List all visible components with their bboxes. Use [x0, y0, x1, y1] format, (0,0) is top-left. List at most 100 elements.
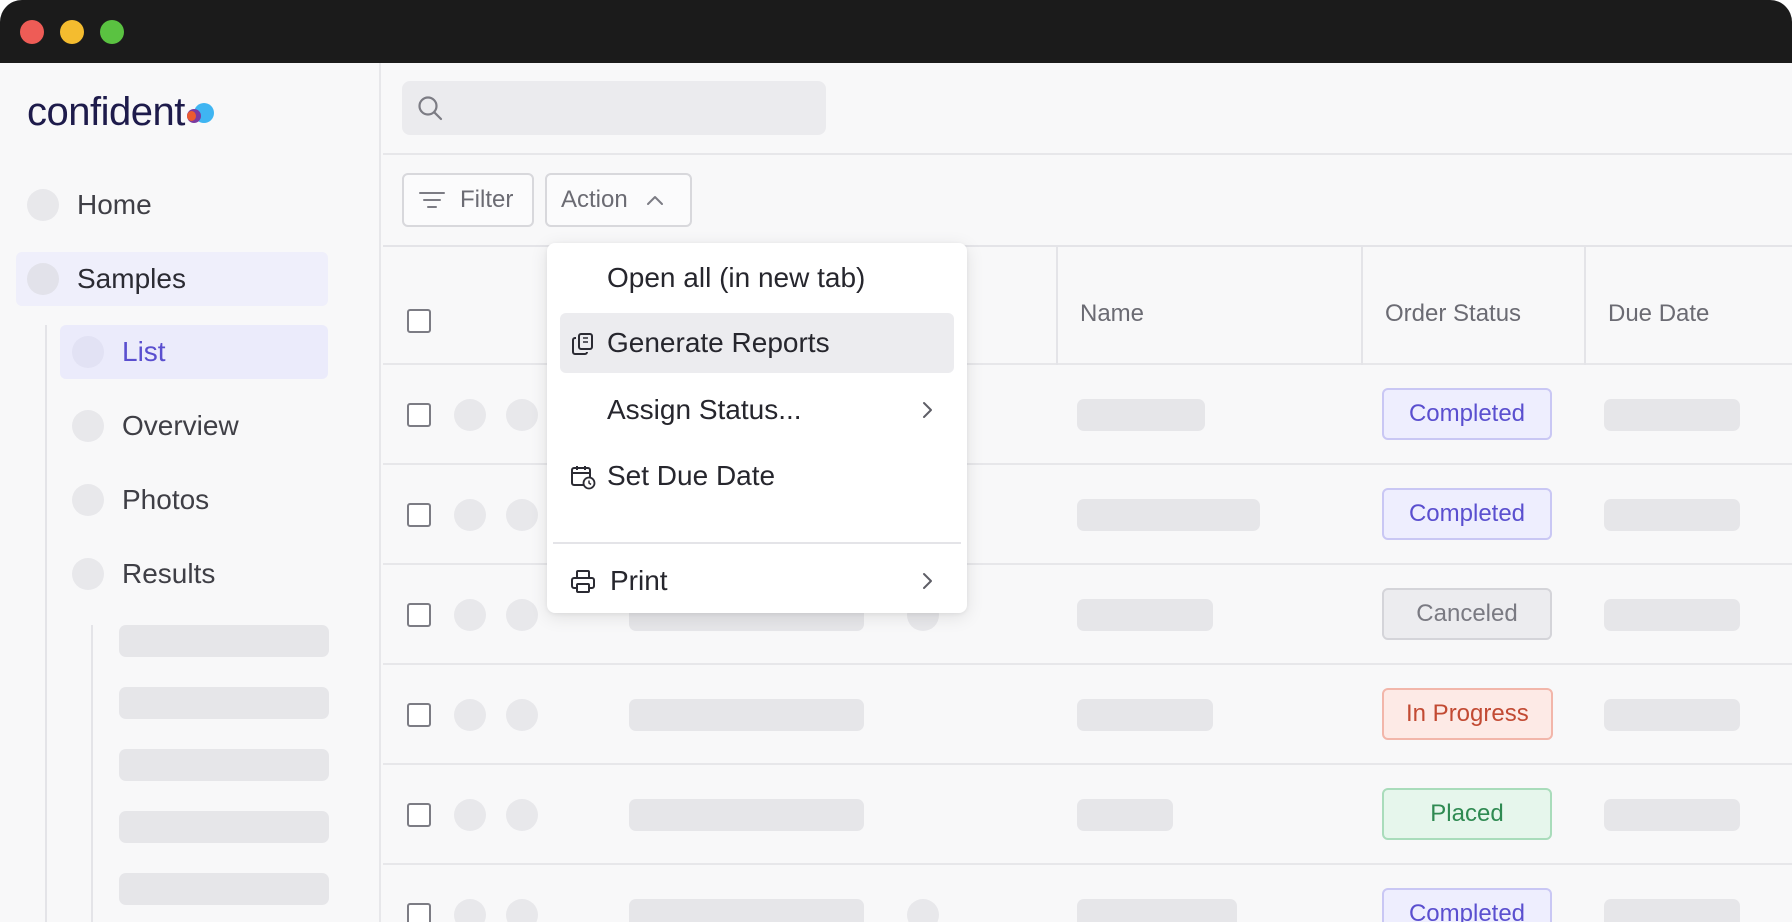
sample-placeholder	[629, 899, 864, 922]
sidebar-item-photos[interactable]: Photos	[72, 473, 209, 527]
printer-icon	[571, 570, 595, 593]
chevron-right-icon	[923, 402, 932, 418]
row-checkbox[interactable]	[407, 703, 431, 727]
status-badge-label: In Progress	[1406, 700, 1529, 727]
close-window-button[interactable]	[20, 20, 44, 44]
avatar	[454, 499, 486, 531]
sidebar-subitem-placeholder[interactable]	[119, 749, 329, 781]
chevron-right-icon	[923, 573, 932, 589]
avatar	[506, 799, 538, 831]
status-badge-label: Placed	[1430, 800, 1504, 827]
status-badge[interactable]: Completed	[1382, 488, 1552, 540]
menu-item-label: Set Due Date	[607, 460, 776, 491]
table-row[interactable]: In Progress	[383, 665, 1792, 765]
status-badge[interactable]: Placed	[1382, 788, 1552, 840]
sidebar-item-label: List	[122, 336, 166, 367]
home-icon	[27, 189, 59, 221]
due-date-placeholder	[1604, 799, 1740, 831]
row-checkbox[interactable]	[407, 903, 431, 922]
name-placeholder	[1077, 499, 1260, 531]
action-button[interactable]: Action	[545, 173, 692, 227]
name-placeholder	[1077, 799, 1173, 831]
status-badge-label: Canceled	[1416, 600, 1518, 627]
search-icon	[418, 96, 443, 121]
avatar	[454, 699, 486, 731]
column-header-label: Due Date	[1608, 300, 1710, 327]
action-button-label: Action	[561, 186, 628, 213]
due-date-placeholder	[1604, 499, 1740, 531]
sidebar-item-home[interactable]: Home	[27, 178, 152, 232]
select-all-checkbox[interactable]	[407, 309, 431, 333]
menu-item-print[interactable]: Print	[560, 551, 954, 611]
results-icon	[72, 558, 104, 590]
search-input[interactable]	[402, 81, 826, 135]
status-badge[interactable]: Completed	[1382, 388, 1552, 440]
filter-button-label: Filter	[460, 186, 514, 213]
list-icon	[72, 336, 104, 368]
avatar	[454, 899, 486, 922]
filter-button[interactable]: Filter	[402, 173, 534, 227]
table-row[interactable]: Completed	[383, 865, 1792, 922]
avatar	[506, 499, 538, 531]
row-checkbox[interactable]	[407, 803, 431, 827]
column-header-label: Order Status	[1385, 300, 1522, 327]
chevron-up-icon	[646, 196, 663, 205]
column-header-label: Name	[1080, 300, 1145, 327]
app-window: confident Home Samples List Overview Pho…	[0, 0, 1792, 922]
row-checkbox[interactable]	[407, 603, 431, 627]
samples-icon	[27, 263, 59, 295]
sidebar: confident Home Samples List Overview Pho…	[0, 63, 381, 922]
toolbar: Filter Action	[383, 155, 1792, 247]
table-row[interactable]: Placed	[383, 765, 1792, 865]
sidebar-subitem-placeholder[interactable]	[119, 873, 329, 905]
sidebar-item-label: Samples	[77, 263, 186, 294]
action-menu: Open all (in new tab) Generate Reports A…	[547, 243, 967, 613]
brand-logo[interactable]: confident	[27, 89, 216, 135]
column-header-order-status[interactable]: Order Status	[1361, 247, 1584, 365]
sidebar-subitem-placeholder[interactable]	[119, 811, 329, 843]
avatar	[454, 799, 486, 831]
photos-icon	[72, 484, 104, 516]
sidebar-item-samples[interactable]: Samples	[16, 252, 328, 306]
column-header-due-date[interactable]: Due Date	[1584, 247, 1792, 365]
sidebar-item-overview[interactable]: Overview	[72, 399, 239, 453]
column-header-name[interactable]: Name	[1056, 247, 1361, 365]
status-badge[interactable]: Canceled	[1382, 588, 1552, 640]
calendar-clock-icon	[571, 466, 596, 490]
name-placeholder	[1077, 899, 1237, 922]
sidebar-subitem-placeholder[interactable]	[119, 625, 329, 657]
overview-icon	[72, 410, 104, 442]
avatar	[506, 899, 538, 922]
menu-item-generate-reports[interactable]: Generate Reports	[560, 313, 954, 373]
search-bar-row	[383, 63, 1792, 155]
status-badge-label: Completed	[1408, 900, 1526, 922]
sidebar-subitem-placeholder[interactable]	[119, 687, 329, 719]
menu-item-label: Generate Reports	[607, 327, 830, 358]
status-badge[interactable]: Completed	[1382, 888, 1552, 922]
menu-item-assign-status[interactable]: Assign Status...	[560, 380, 954, 440]
sample-placeholder	[629, 699, 864, 731]
name-placeholder	[1077, 399, 1205, 431]
tree-guide-line	[91, 625, 93, 922]
minimize-window-button[interactable]	[60, 20, 84, 44]
avatar	[506, 699, 538, 731]
row-checkbox[interactable]	[407, 403, 431, 427]
row-checkbox[interactable]	[407, 503, 431, 527]
filter-icon	[419, 192, 445, 208]
status-badge[interactable]: In Progress	[1382, 688, 1553, 740]
menu-item-set-due-date[interactable]: Set Due Date	[560, 446, 954, 506]
menu-item-label: Assign Status...	[607, 394, 802, 425]
zoom-window-button[interactable]	[100, 20, 124, 44]
menu-item-open-all[interactable]: Open all (in new tab)	[560, 248, 954, 308]
copy-icon	[572, 333, 593, 355]
sidebar-item-label: Home	[77, 189, 152, 220]
avatar	[506, 599, 538, 631]
avatar	[907, 899, 939, 922]
menu-item-label: Open all (in new tab)	[607, 262, 866, 293]
avatar	[506, 399, 538, 431]
sidebar-item-results[interactable]: Results	[72, 547, 215, 601]
sidebar-item-label: Overview	[122, 410, 239, 441]
sidebar-item-list[interactable]: List	[60, 325, 328, 379]
name-placeholder	[1077, 599, 1213, 631]
title-bar	[0, 0, 1792, 63]
